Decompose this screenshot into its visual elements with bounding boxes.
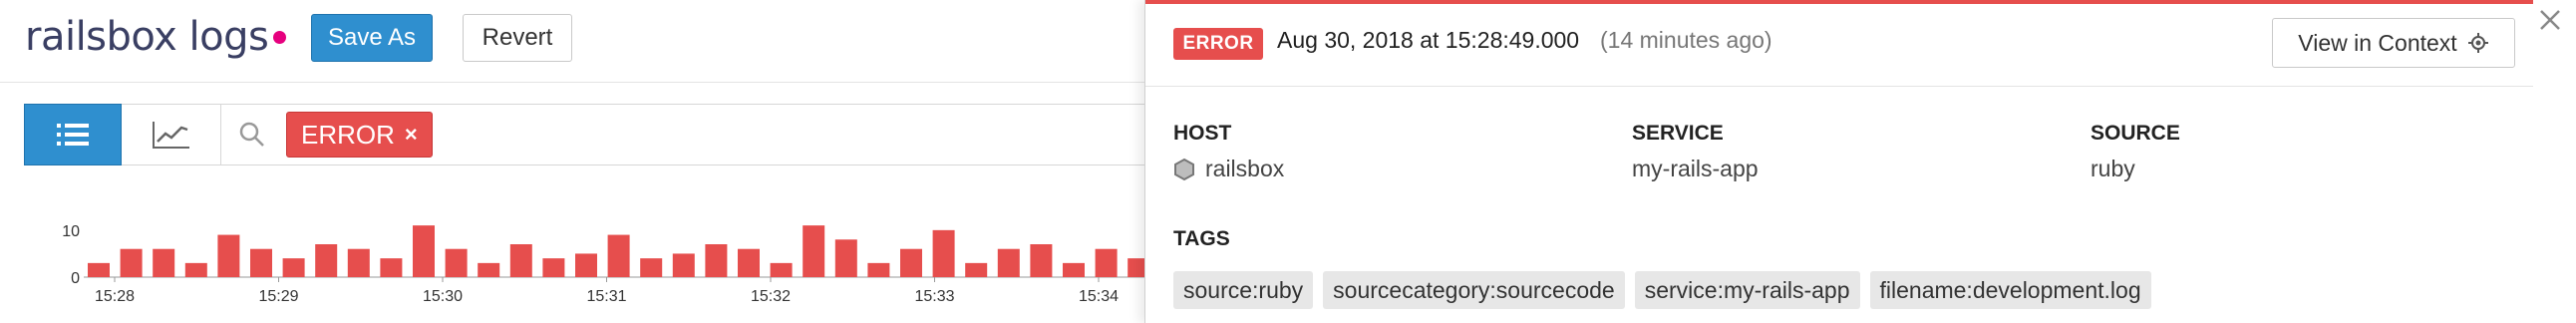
- histogram-bar[interactable]: [770, 262, 793, 277]
- page-title-text: railsbox logs: [25, 14, 269, 60]
- histogram-bar[interactable]: [834, 239, 857, 277]
- status-color-bar: [1145, 0, 2533, 4]
- histogram-bar[interactable]: [445, 248, 468, 277]
- view-in-context-label: View in Context: [2298, 29, 2457, 56]
- histogram-bar[interactable]: [900, 248, 922, 277]
- histogram-bar[interactable]: [867, 262, 890, 277]
- service-value[interactable]: my-rails-app: [1632, 156, 1759, 182]
- tag-chip[interactable]: service:my-rails-app: [1634, 271, 1860, 309]
- histogram-bar[interactable]: [88, 262, 110, 277]
- remove-facet-icon[interactable]: ×: [405, 122, 418, 148]
- facet-chip-label: ERROR: [301, 119, 395, 150]
- y-tick-label: 0: [71, 270, 80, 287]
- histogram-bar[interactable]: [478, 262, 500, 277]
- histogram-bar[interactable]: [607, 234, 630, 277]
- histogram-bar[interactable]: [997, 248, 1020, 277]
- tag-chip[interactable]: filename:development.log: [1869, 271, 2151, 309]
- list-view-button[interactable]: [24, 104, 122, 165]
- x-tick-label: 15:31: [586, 288, 626, 305]
- x-tick-label: 15:32: [751, 288, 791, 305]
- histogram-bar[interactable]: [120, 248, 143, 277]
- x-tick-label: 15:34: [1079, 288, 1119, 305]
- service-label: SERVICE: [1632, 122, 1724, 145]
- histogram-bar[interactable]: [672, 253, 695, 277]
- host-label: HOST: [1173, 122, 1232, 145]
- histogram-bar[interactable]: [315, 244, 338, 277]
- line-chart-icon: [152, 122, 189, 149]
- histogram-bar[interactable]: [1063, 262, 1085, 277]
- histogram-bar[interactable]: [380, 258, 403, 277]
- event-timestamp: Aug 30, 2018 at 15:28:49.000: [1277, 27, 1580, 53]
- revert-button[interactable]: Revert: [463, 14, 572, 62]
- histogram-bar[interactable]: [153, 248, 175, 277]
- event-relative-time: (14 minutes ago): [1600, 27, 1772, 53]
- histogram-bar[interactable]: [347, 248, 370, 277]
- histogram-bar[interactable]: [413, 225, 435, 277]
- histogram-bar[interactable]: [965, 262, 988, 277]
- status-badge: ERROR: [1173, 28, 1263, 60]
- histogram-bar[interactable]: [1127, 258, 1144, 277]
- view-in-context-button[interactable]: View in Context: [2272, 18, 2515, 68]
- log-histogram: 0 10 15:28 15:29 15:30 15:31 15:32 15:33 15:34: [62, 223, 1144, 305]
- histogram-bar[interactable]: [282, 258, 305, 277]
- tags-list: source:ruby sourcecategory:sourcecode se…: [1173, 271, 2151, 309]
- host-hexagon-icon: [1174, 158, 1194, 180]
- histogram-bar[interactable]: [184, 262, 207, 277]
- x-tick-label: 15:30: [423, 288, 463, 305]
- search-icon: [239, 122, 264, 147]
- tag-chip[interactable]: source:ruby: [1173, 271, 1314, 309]
- crosshair-icon: [2467, 33, 2488, 53]
- panel-divider: [1145, 86, 2533, 87]
- x-tick-label: 15:33: [914, 288, 954, 305]
- histogram-bar[interactable]: [1030, 244, 1053, 277]
- log-detail-panel: ERROR Aug 30, 2018 at 15:28:49.000 (14 m…: [1144, 0, 2576, 323]
- x-tick-label: 15:28: [95, 288, 135, 305]
- timeseries-view-button[interactable]: [122, 105, 221, 164]
- histogram-bar[interactable]: [932, 229, 955, 277]
- histogram-bar[interactable]: [542, 258, 565, 277]
- source-value[interactable]: ruby: [2091, 156, 2135, 182]
- histogram-bar[interactable]: [217, 234, 240, 277]
- histogram-bar[interactable]: [640, 258, 663, 277]
- close-icon[interactable]: [2538, 8, 2562, 32]
- facet-chip-error[interactable]: ERROR ×: [286, 112, 433, 158]
- host-value[interactable]: railsbox: [1173, 156, 1284, 182]
- tag-chip[interactable]: sourcecategory:sourcecode: [1323, 271, 1625, 309]
- histogram-bar[interactable]: [575, 253, 597, 277]
- save-as-button[interactable]: Save As: [311, 14, 433, 62]
- header-divider: [0, 82, 1144, 83]
- host-value-text: railsbox: [1205, 156, 1285, 181]
- y-tick-label: 10: [62, 223, 80, 240]
- histogram-bar[interactable]: [509, 244, 532, 277]
- histogram-bar[interactable]: [250, 248, 272, 277]
- source-label: SOURCE: [2091, 122, 2180, 145]
- x-tick-label: 15:29: [258, 288, 298, 305]
- search-toolbar: ERROR ×: [24, 104, 1144, 165]
- list-icon: [57, 124, 89, 146]
- tags-label: TAGS: [1173, 227, 1230, 250]
- histogram-bar[interactable]: [803, 225, 825, 277]
- histogram-bar[interactable]: [738, 248, 760, 277]
- page-title: railsbox logs: [25, 14, 287, 60]
- histogram-bar[interactable]: [1095, 248, 1118, 277]
- unsaved-indicator: [273, 30, 287, 44]
- histogram-bar[interactable]: [705, 244, 728, 277]
